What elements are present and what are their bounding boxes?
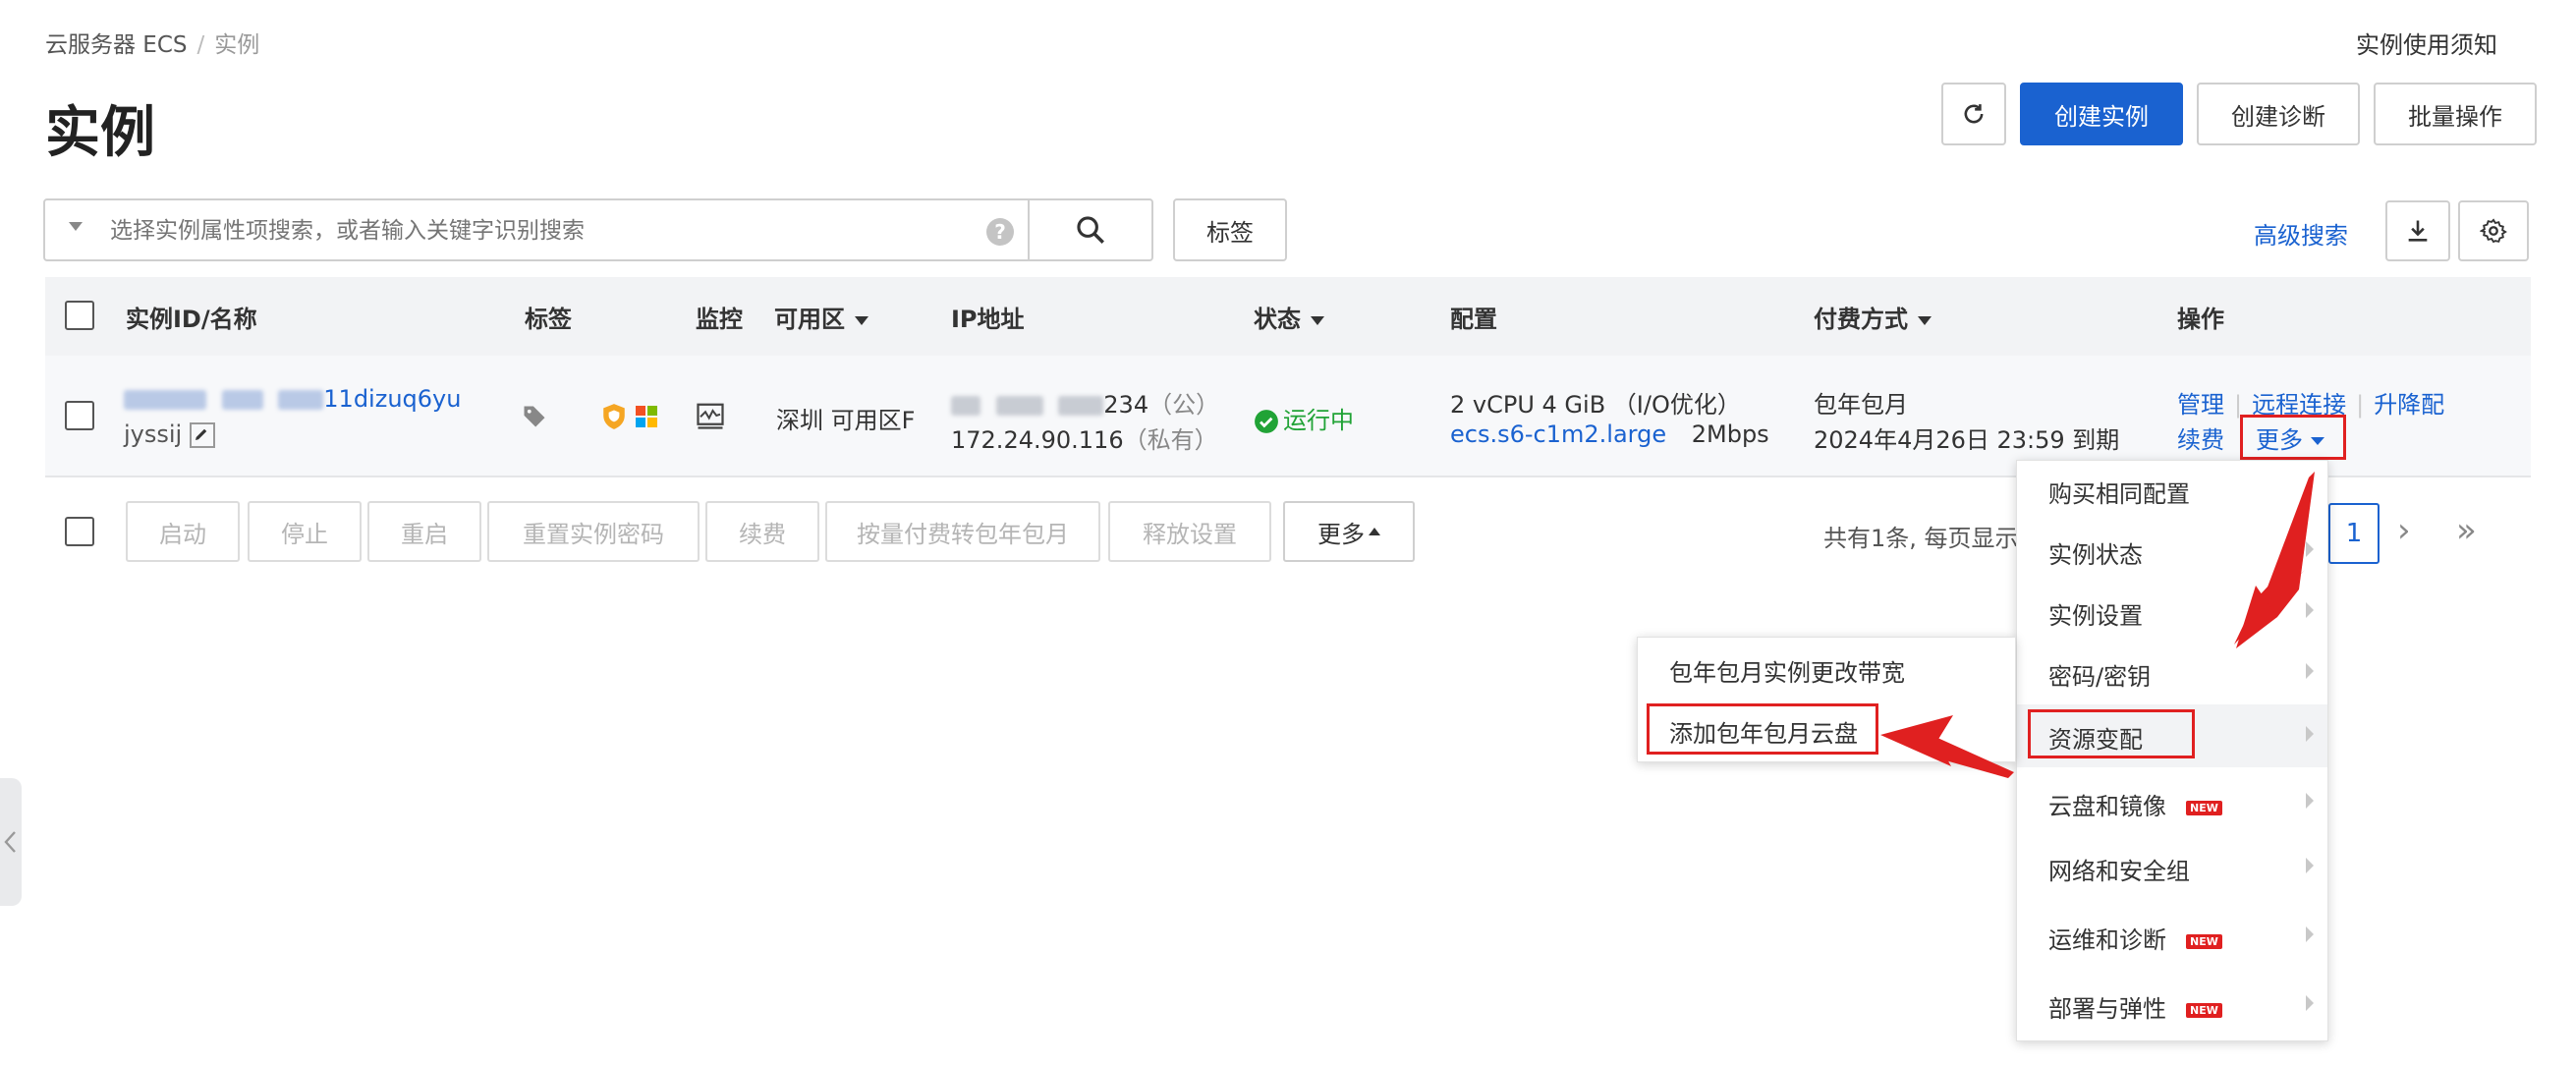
- annotation-arrows: [1880, 472, 2315, 778]
- chevron-left-icon: [4, 831, 16, 853]
- sidebar-toggle[interactable]: [0, 778, 22, 906]
